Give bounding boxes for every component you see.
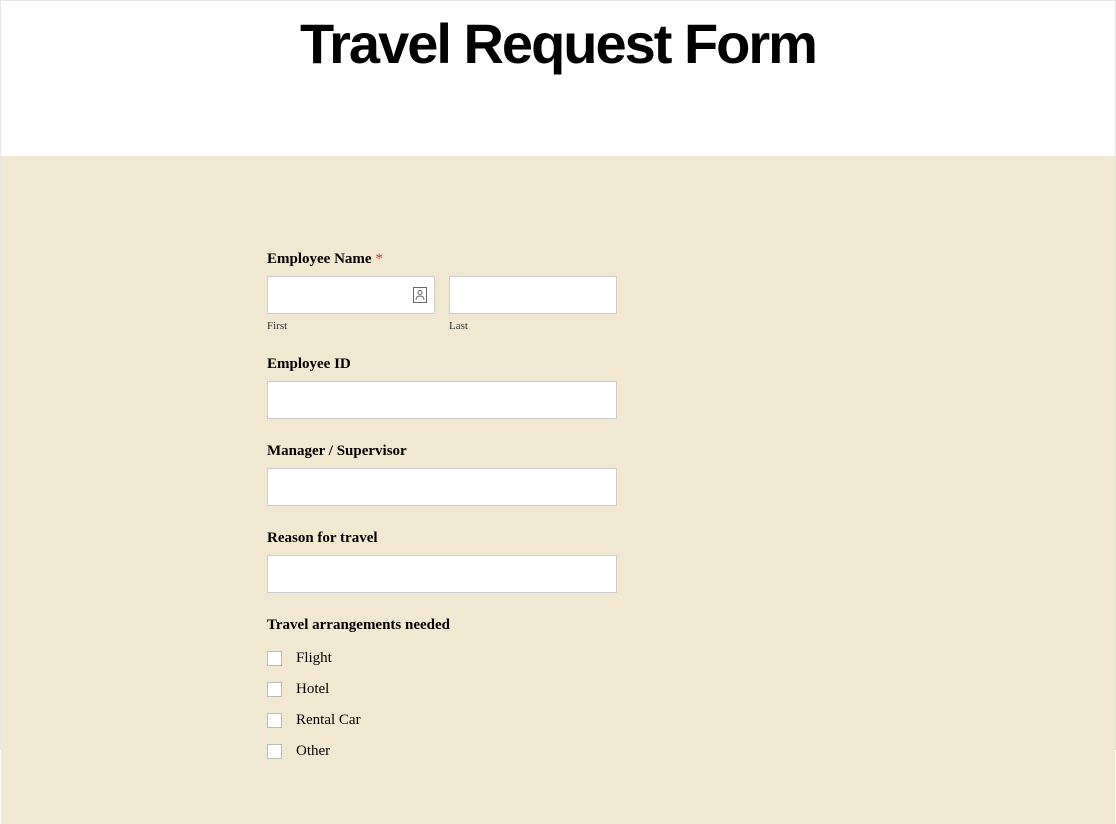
arrangements-label: Travel arrangements needed bbox=[267, 617, 617, 634]
checkbox-hotel-label[interactable]: Hotel bbox=[296, 681, 329, 698]
last-name-sublabel: Last bbox=[449, 320, 617, 332]
checkbox-group-hotel: Hotel bbox=[267, 681, 617, 698]
manager-input[interactable] bbox=[267, 468, 617, 506]
checkbox-flight[interactable] bbox=[267, 651, 282, 666]
checkbox-row: Flight bbox=[267, 650, 617, 667]
employee-name-group: Employee Name * First bbox=[267, 251, 617, 332]
reason-group: Reason for travel bbox=[267, 530, 617, 593]
name-row: First Last bbox=[267, 276, 617, 332]
checkbox-rental-car-label[interactable]: Rental Car bbox=[296, 712, 361, 729]
employee-id-group: Employee ID bbox=[267, 356, 617, 419]
last-name-input[interactable] bbox=[449, 276, 617, 314]
checkbox-group-flight: Flight bbox=[267, 650, 617, 667]
employee-name-label-text: Employee Name bbox=[267, 251, 372, 267]
required-mark: * bbox=[375, 251, 383, 267]
first-name-wrapper bbox=[267, 276, 435, 314]
checkbox-flight-label[interactable]: Flight bbox=[296, 650, 332, 667]
checkbox-row: Hotel bbox=[267, 681, 617, 698]
last-name-col: Last bbox=[449, 276, 617, 332]
checkbox-row: Other bbox=[267, 743, 617, 760]
first-name-sublabel: First bbox=[267, 320, 435, 332]
checkbox-other[interactable] bbox=[267, 744, 282, 759]
header-section: Travel Request Form bbox=[1, 1, 1115, 156]
checkbox-other-label[interactable]: Other bbox=[296, 743, 330, 760]
manager-group: Manager / Supervisor bbox=[267, 443, 617, 506]
reason-label: Reason for travel bbox=[267, 530, 617, 547]
employee-id-input[interactable] bbox=[267, 381, 617, 419]
form-container: Employee Name * First bbox=[267, 251, 617, 760]
checkbox-group-other: Other bbox=[267, 743, 617, 760]
employee-name-label: Employee Name * bbox=[267, 251, 617, 268]
first-name-col: First bbox=[267, 276, 435, 332]
manager-label: Manager / Supervisor bbox=[267, 443, 617, 460]
checkbox-group-rental-car: Rental Car bbox=[267, 712, 617, 729]
arrangements-group: Travel arrangements needed Flight Hotel … bbox=[267, 617, 617, 760]
checkbox-rental-car[interactable] bbox=[267, 713, 282, 728]
first-name-input[interactable] bbox=[267, 276, 435, 314]
checkbox-hotel[interactable] bbox=[267, 682, 282, 697]
employee-id-label: Employee ID bbox=[267, 356, 617, 373]
page-title: Travel Request Form bbox=[1, 11, 1115, 76]
checkbox-row: Rental Car bbox=[267, 712, 617, 729]
form-section: Employee Name * First bbox=[1, 156, 1115, 824]
reason-input[interactable] bbox=[267, 555, 617, 593]
